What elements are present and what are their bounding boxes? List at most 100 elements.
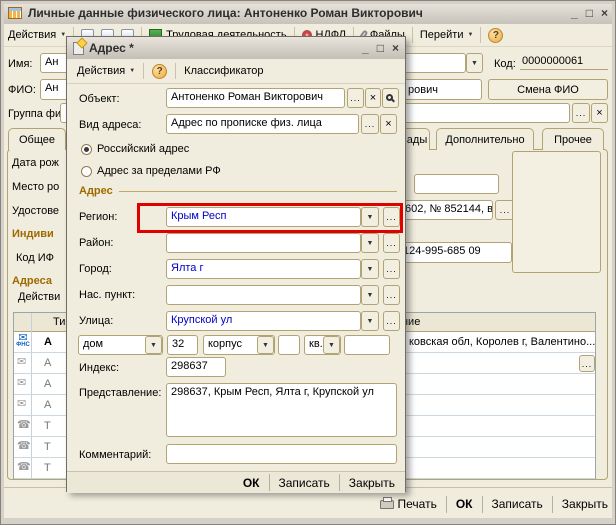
classifier-button[interactable]: Классификатор <box>184 65 263 77</box>
radio-foreign-address[interactable] <box>81 166 92 177</box>
street-select-button[interactable]: ... <box>383 311 400 331</box>
print-button[interactable]: Печать <box>379 496 437 511</box>
contact-view: ковская обл, Королев г, Валентино... <box>409 336 596 348</box>
house-kind-dropdown-button[interactable]: ▼ <box>145 336 162 354</box>
region-label: Регион: <box>79 211 118 223</box>
flat-kind-value: кв. <box>309 338 323 350</box>
name-dropdown-button[interactable]: ▼ <box>466 53 483 73</box>
tab-additional[interactable]: Дополнительно <box>436 128 534 150</box>
settlement-dropdown-button[interactable]: ▼ <box>361 285 379 305</box>
section-divider <box>119 191 397 192</box>
view-textarea[interactable]: 298637, Крым Респ, Ялта г, Крупской ул <box>166 383 397 437</box>
toolbar-separator <box>480 27 482 43</box>
street-input[interactable]: Крупской ул <box>166 311 361 331</box>
code-label: Код: <box>494 58 516 70</box>
dialog-close-button[interactable]: × <box>392 42 399 54</box>
main-close-window-button[interactable]: Закрыть <box>562 497 608 511</box>
object-open-button[interactable] <box>382 88 399 108</box>
radio-russian-label[interactable]: Российский адрес <box>97 143 189 155</box>
group-clear-button[interactable]: × <box>591 103 608 123</box>
group-label: Группа фи <box>8 108 62 120</box>
goto-menu[interactable]: Перейти ▼ <box>420 29 474 41</box>
change-fio-button[interactable]: Смена ФИО <box>488 79 608 100</box>
house-number-input[interactable]: 32 <box>167 335 198 355</box>
region-input[interactable]: Крым Респ <box>166 207 361 227</box>
phone-icon: ☎ <box>17 461 31 473</box>
main-maximize-button[interactable]: □ <box>586 7 593 19</box>
kind-label: Вид адреса: <box>79 119 142 131</box>
building-number-input[interactable] <box>278 335 300 355</box>
dialog-title-bar: Адрес * _ □ × <box>67 37 405 59</box>
name-label: Имя: <box>8 58 33 70</box>
building-kind-dropdown-button[interactable]: ▼ <box>257 336 274 354</box>
object-input[interactable]: Антоненко Роман Викторович <box>166 88 345 108</box>
kind-select-button[interactable]: ... <box>361 114 379 134</box>
object-select-button[interactable]: ... <box>347 88 364 108</box>
city-dropdown-button[interactable]: ▼ <box>361 259 379 279</box>
settlement-input[interactable] <box>166 285 361 305</box>
region-dropdown-button[interactable]: ▼ <box>361 207 379 227</box>
group-select-button[interactable]: ... <box>572 103 590 123</box>
postal-index-input[interactable]: 298637 <box>166 357 226 377</box>
postal-index-label: Индекс: <box>79 362 120 374</box>
main-save-button[interactable]: Записать <box>492 497 543 511</box>
main-actions-label: Действия <box>8 29 57 41</box>
main-window-title: Личные данные физического лица: Антоненк… <box>28 6 423 20</box>
district-input[interactable] <box>166 233 361 253</box>
flat-number-input[interactable] <box>344 335 390 355</box>
flat-kind-dropdown-button[interactable]: ▼ <box>323 336 340 354</box>
chevron-down-icon: ▼ <box>366 317 374 325</box>
dialog-maximize-button[interactable]: □ <box>377 42 384 54</box>
main-ok-button[interactable]: ОК <box>456 497 473 511</box>
district-select-button[interactable]: ... <box>383 233 400 253</box>
chevron-down-icon: ▼ <box>262 341 269 349</box>
main-actions-menu[interactable]: Действия ▼ <box>8 29 66 41</box>
tab-other[interactable]: Прочее <box>542 128 604 150</box>
dialog-ok-button[interactable]: ОК <box>243 476 260 490</box>
address-section-header: Адрес <box>79 185 113 197</box>
radio-russian-address[interactable] <box>81 144 92 155</box>
code-value: 0000000061 <box>520 53 608 70</box>
contact-type: Т <box>44 462 51 474</box>
contact-type: А <box>44 357 52 369</box>
main-minimize-button[interactable]: _ <box>571 7 578 19</box>
dialog-actions-menu[interactable]: Действия ▼ <box>77 65 135 77</box>
view-label: Представление: <box>79 387 162 399</box>
city-select-button[interactable]: ... <box>383 259 400 279</box>
window-bottom-frame <box>0 518 616 525</box>
contact-type: А <box>44 378 52 390</box>
dialog-actions-label: Действия <box>77 65 126 77</box>
dialog-help-icon[interactable]: ? <box>152 63 168 79</box>
chevron-down-icon: ▼ <box>366 239 374 247</box>
comment-input[interactable] <box>166 444 397 464</box>
city-input[interactable]: Ялта г <box>166 259 361 279</box>
tab-partial[interactable]: ады <box>404 128 430 150</box>
settlement-select-button[interactable]: ... <box>383 285 400 305</box>
settlement-label: Нас. пункт: <box>79 289 136 301</box>
dialog-minimize-button[interactable]: _ <box>362 42 369 54</box>
phone-icon: ☎ <box>17 440 31 452</box>
district-dropdown-button[interactable]: ▼ <box>361 233 379 253</box>
building-kind-value: корпус <box>208 338 243 350</box>
print-label: Печать <box>397 497 437 511</box>
dialog-close-window-button[interactable]: Закрыть <box>349 476 395 490</box>
radio-foreign-label[interactable]: Адрес за пределами РФ <box>97 165 221 177</box>
contact-edit-button[interactable]: ... <box>579 355 595 372</box>
printer-icon <box>379 496 394 509</box>
footer-separator <box>338 474 340 491</box>
main-close-button[interactable]: × <box>601 7 608 19</box>
screen: Личные данные физического лица: Антоненк… <box>0 0 616 525</box>
region-select-button[interactable]: ... <box>383 207 400 227</box>
chevron-down-icon: ▼ <box>129 68 136 74</box>
kind-input[interactable]: Адрес по прописке физ. лица <box>166 114 359 134</box>
street-dropdown-button[interactable]: ▼ <box>361 311 379 331</box>
toolbar-separator <box>143 63 145 79</box>
dialog-save-button[interactable]: Записать <box>279 476 330 490</box>
main-title-bar: Личные данные физического лица: Антоненк… <box>2 2 614 24</box>
help-icon[interactable]: ? <box>488 27 504 43</box>
main-footer: Печать ОК Записать Закрыть <box>379 491 608 517</box>
kind-clear-button[interactable]: × <box>380 114 397 134</box>
object-clear-button[interactable]: × <box>365 88 381 108</box>
tab-general[interactable]: Общее <box>8 128 66 150</box>
footer-separator <box>445 495 447 513</box>
